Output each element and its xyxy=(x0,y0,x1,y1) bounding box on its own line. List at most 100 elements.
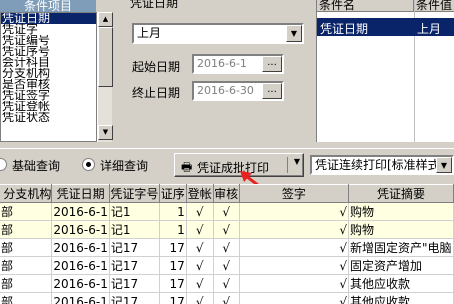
seq-cell: 1 xyxy=(159,202,187,221)
field-list-item[interactable]: 是否审核 xyxy=(1,79,96,90)
chevron-down-icon[interactable]: ▼ xyxy=(286,25,302,42)
audited-cell: √ xyxy=(213,238,240,257)
posted-cell: √ xyxy=(186,220,214,239)
field-list-item[interactable]: 会计科目 xyxy=(1,57,96,68)
date-cell: 2016-6-1 xyxy=(51,256,110,275)
seq-cell: 17 xyxy=(159,238,187,257)
branch-cell: 部 xyxy=(0,256,53,275)
end-date-label: 终止日期 xyxy=(132,86,181,100)
selected-conditions-grid[interactable]: 条件名 条件值 凭证日期 上月 xyxy=(316,0,454,142)
period-select[interactable]: 上月 ▼ xyxy=(132,23,304,44)
audited-cell: √ xyxy=(213,256,240,275)
audited-cell: √ xyxy=(213,220,240,239)
table-row[interactable]: 部 2016-6-1 记17 17 √ √ √ 其他应收款 xyxy=(0,292,454,304)
summary-cell: 购物 xyxy=(348,202,454,221)
voucher-no-cell: 记17 xyxy=(109,274,160,293)
scroll-up-icon[interactable]: ▲ xyxy=(98,12,113,27)
table-row[interactable]: 部 2016-6-1 记17 17 √ √ √ 新增固定资产"电脑 xyxy=(0,238,454,257)
seq-cell: 17 xyxy=(159,274,187,293)
column-header-seq[interactable]: 证序 xyxy=(159,184,187,203)
condition-field-label: 凭证日期 xyxy=(130,0,179,10)
basic-query-radio[interactable] xyxy=(0,158,7,171)
field-list-item[interactable]: 分支机构 xyxy=(1,68,96,79)
selected-condition-row[interactable]: 凭证日期 上月 xyxy=(317,18,454,36)
date-cell: 2016-6-1 xyxy=(51,238,110,257)
audited-cell: √ xyxy=(213,202,240,221)
scroll-down-icon[interactable]: ▼ xyxy=(98,125,113,140)
condition-name-cell: 凭证日期 xyxy=(320,22,369,36)
start-date-value: 2016-6-1 xyxy=(197,57,247,70)
print-mode-select[interactable]: 凭证连续打印[标准样式] ▼ xyxy=(310,155,454,175)
column-header-signed[interactable]: 签字 xyxy=(239,184,350,203)
condition-panel: 凭证日期 上月 ▼ 起始日期 2016-6-1 ... 终止日期 2016-6-… xyxy=(118,0,308,142)
seq-cell: 17 xyxy=(159,256,187,275)
posted-cell: √ xyxy=(186,238,214,257)
table-row[interactable]: 部 2016-6-1 记17 17 √ √ √ 固定资产增加 xyxy=(0,256,454,275)
column-header-summary[interactable]: 凭证摘要 xyxy=(348,184,454,203)
column-header-posted[interactable]: 登帐 xyxy=(186,184,214,203)
printer-icon: 🖶 xyxy=(181,160,193,174)
audited-cell: √ xyxy=(213,292,240,304)
table-row[interactable]: 部 2016-6-1 记17 17 √ √ √ 其他应收款 xyxy=(0,274,454,293)
field-list-item[interactable]: 凭证签字 xyxy=(1,90,96,101)
column-header-condition-value[interactable]: 条件值 xyxy=(414,0,454,12)
signed-cell: √ xyxy=(239,202,350,221)
end-date-field[interactable]: 2016-6-30 ... xyxy=(192,81,284,101)
basic-query-label[interactable]: 基础查询 xyxy=(12,157,60,174)
audited-cell: √ xyxy=(213,274,240,293)
scroll-thumb[interactable] xyxy=(98,27,113,87)
summary-cell: 固定资产增加 xyxy=(348,256,454,275)
signed-cell: √ xyxy=(239,238,350,257)
summary-cell: 其他应收款 xyxy=(348,274,454,293)
column-header-voucher-no[interactable]: 凭证字号 xyxy=(109,184,160,203)
branch-cell: 部 xyxy=(0,274,53,293)
field-list-item[interactable]: 凭证登帐 xyxy=(1,101,96,112)
field-list-scrollbar[interactable]: ▲ ▼ xyxy=(97,12,113,142)
seq-cell: 1 xyxy=(159,220,187,239)
condition-field-list: 条件项目 凭证日期 凭证字 凭证编号 凭证序号 会计科目 分支机构 是否审核 凭证签字 凭证登帐… xyxy=(0,0,113,142)
end-date-picker-button[interactable]: ... xyxy=(262,83,282,99)
table-row[interactable]: 部 2016-6-1 记1 1 √ √ √ 购物 xyxy=(0,220,454,239)
field-list-item[interactable]: 凭证编号 xyxy=(1,35,96,46)
branch-cell: 部 xyxy=(0,238,53,257)
button-divider xyxy=(287,157,288,173)
dropdown-arrow-icon[interactable]: ▼ xyxy=(294,157,300,166)
query-mode-bar: 基础查询 详细查询 🖶 凭证成批打印 ▼ 凭证连续打印[标准样式] ▼ xyxy=(0,148,454,178)
signed-cell: √ xyxy=(239,220,350,239)
signed-cell: √ xyxy=(239,256,350,275)
field-list-item[interactable]: 凭证序号 xyxy=(1,46,96,57)
branch-cell: 部 xyxy=(0,202,53,221)
detail-query-label[interactable]: 详细查询 xyxy=(100,157,148,174)
posted-cell: √ xyxy=(186,202,214,221)
column-header-branch[interactable]: 分支机构 xyxy=(0,184,53,203)
date-cell: 2016-6-1 xyxy=(51,220,110,239)
field-list-item[interactable]: 凭证日期 xyxy=(1,13,96,24)
voucher-grid[interactable]: 分支机构 凭证日期 凭证字号 证序 登帐 审核 签字 凭证摘要 部 2016-6-… xyxy=(0,184,454,304)
voucher-no-cell: 记17 xyxy=(109,292,160,304)
field-list-item[interactable]: 凭证字 xyxy=(1,24,96,35)
print-mode-value: 凭证连续打印[标准样式] xyxy=(315,158,445,172)
voucher-no-cell: 记17 xyxy=(109,256,160,275)
voucher-no-cell: 记1 xyxy=(109,202,160,221)
detail-query-radio[interactable] xyxy=(82,158,95,171)
column-header-audited[interactable]: 审核 xyxy=(213,184,240,203)
table-row[interactable]: 部 2016-6-1 记1 1 √ √ √ 购物 xyxy=(0,202,454,221)
posted-cell: √ xyxy=(186,256,214,275)
posted-cell: √ xyxy=(186,292,214,304)
voucher-no-cell: 记1 xyxy=(109,220,160,239)
branch-cell: 部 xyxy=(0,292,53,304)
voucher-table: 分支机构 凭证日期 凭证字号 证序 登帐 审核 签字 凭证摘要 部 2016-6-… xyxy=(0,184,454,304)
field-listbox[interactable]: 凭证日期 凭证字 凭证编号 凭证序号 会计科目 分支机构 是否审核 凭证签字 凭证登帐 凭证状态 xyxy=(0,12,97,142)
field-list-item[interactable]: 凭证状态 xyxy=(1,112,96,123)
grid-header-row: 分支机构 凭证日期 凭证字号 证序 登帐 审核 签字 凭证摘要 xyxy=(0,184,454,203)
end-date-value: 2016-6-30 xyxy=(197,84,254,97)
column-header-date[interactable]: 凭证日期 xyxy=(51,184,110,203)
date-cell: 2016-6-1 xyxy=(51,292,110,304)
start-date-field[interactable]: 2016-6-1 ... xyxy=(192,54,284,74)
start-date-picker-button[interactable]: ... xyxy=(262,56,282,72)
chevron-down-icon[interactable]: ▼ xyxy=(436,157,452,173)
condition-value-cell: 上月 xyxy=(417,22,442,36)
summary-cell: 购物 xyxy=(348,220,454,239)
summary-cell: 其他应收款 xyxy=(348,292,454,304)
column-header-condition-name[interactable]: 条件名 xyxy=(317,0,414,12)
